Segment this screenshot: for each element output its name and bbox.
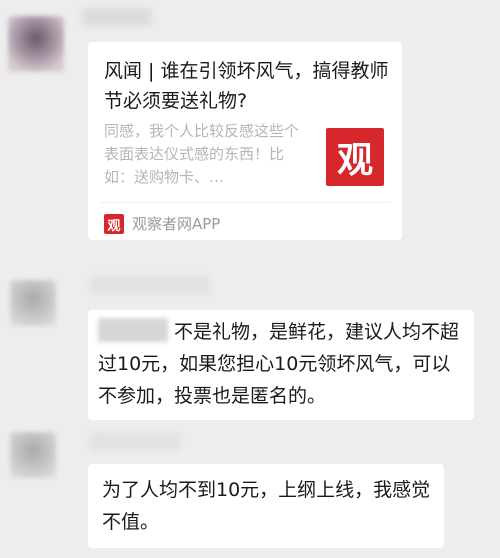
divider: [100, 202, 390, 203]
link-description: 同感，我个人比较反感这些个表面表达仪式感的东西！比如：送购物卡、…: [104, 122, 300, 186]
redacted-mention: [98, 318, 168, 342]
sender-name: [82, 8, 152, 26]
app-logo-icon: 观: [104, 214, 124, 234]
shared-link-card[interactable]: 风闻 | 谁在引领坏风气，搞得教师节必须要送礼物? 同感，我个人比较反感这些个表…: [88, 42, 402, 240]
sender-name: [90, 432, 180, 450]
avatar[interactable]: [10, 432, 56, 478]
link-source: 观察者网APP: [132, 215, 221, 233]
message-bubble[interactable]: 不是礼物，是鲜花，建议人均不超过10元，如果您担心10元领坏风气，可以不参加，投…: [88, 310, 474, 420]
avatar[interactable]: [8, 16, 64, 72]
sender-name: [90, 276, 210, 294]
link-title: 风闻 | 谁在引领坏风气，搞得教师节必须要送礼物?: [104, 60, 389, 112]
link-thumbnail: 观: [326, 128, 384, 186]
avatar[interactable]: [10, 280, 56, 326]
message-bubble[interactable]: 为了人均不到10元，上纲上线，我感觉不值。: [88, 464, 444, 548]
message-text: 为了人均不到10元，上纲上线，我感觉不值。: [102, 479, 431, 533]
